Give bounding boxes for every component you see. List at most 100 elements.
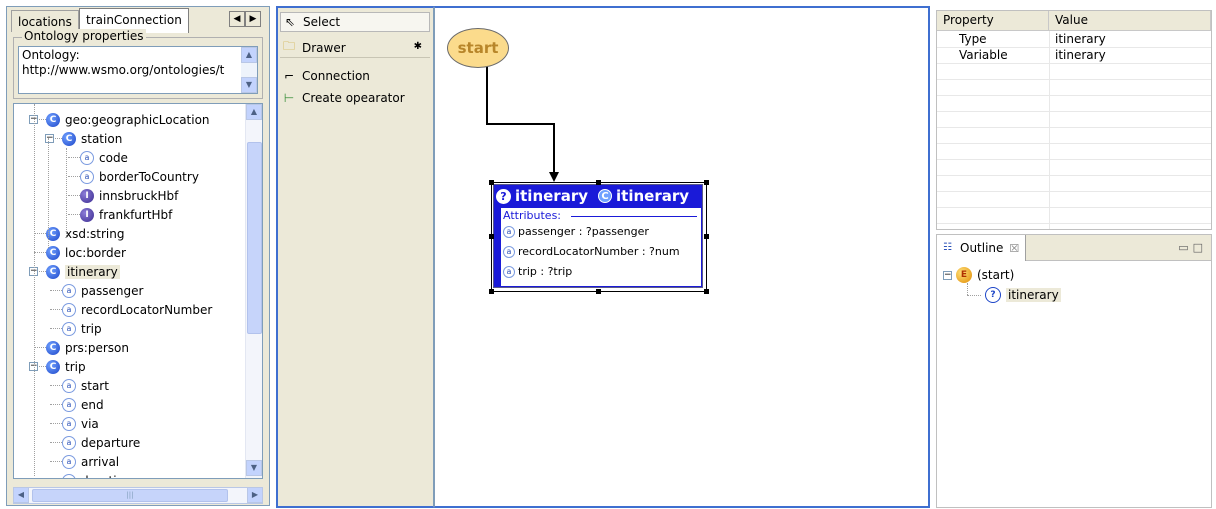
node-title-right: itinerary bbox=[616, 187, 690, 205]
resize-handle[interactable] bbox=[489, 180, 494, 185]
ontology-field[interactable]: Ontology: http://www.wsmo.org/ontologies… bbox=[18, 46, 258, 94]
create-operator-label: Create opearator bbox=[302, 91, 405, 105]
class-icon: C bbox=[598, 189, 613, 203]
resize-handle[interactable] bbox=[596, 180, 601, 185]
outline-view: ☷ Outline ☒ ▭□ − E (start) ? itinerary bbox=[936, 234, 1212, 508]
scroll-up-icon[interactable]: ▲ bbox=[246, 104, 262, 120]
attribute-icon: a bbox=[503, 225, 515, 238]
tree-item[interactable]: a departure bbox=[62, 433, 140, 452]
palette-drawer[interactable]: 🗀 Drawer ✱ bbox=[280, 38, 430, 58]
itinerary-node[interactable]: ? itinerary C itinerary Attributes: a pa… bbox=[489, 180, 709, 294]
tree-item[interactable]: Cxsd:string bbox=[46, 224, 124, 243]
attribute-icon: a bbox=[62, 378, 76, 393]
minimize-icon[interactable]: ▭ bbox=[1178, 241, 1192, 254]
scroll-left-icon[interactable]: ◀ bbox=[13, 487, 29, 503]
tree-item[interactable]: a trip bbox=[62, 319, 102, 338]
tab-outline[interactable]: ☷ Outline ☒ bbox=[937, 235, 1027, 261]
empty-row bbox=[937, 160, 1211, 176]
collapse-toggle-icon[interactable]: − bbox=[943, 270, 952, 280]
palette-create-operator-tool[interactable]: ⊢ Create opearator bbox=[280, 88, 430, 108]
ontology-label: Ontology: bbox=[22, 48, 80, 62]
tree-item-label: via bbox=[81, 416, 99, 431]
property-column-header[interactable]: Property bbox=[937, 11, 1049, 31]
tree-item[interactable]: a borderToCountry bbox=[80, 167, 199, 186]
tree-item[interactable]: IfrankfurtHbf bbox=[80, 205, 172, 224]
tree-item-label: passenger bbox=[81, 283, 144, 298]
outline-item-itinerary[interactable]: ? itinerary bbox=[985, 286, 1061, 304]
tree-item[interactable]: a duration bbox=[62, 471, 132, 478]
tab-scroll-left-icon[interactable]: ◀ bbox=[229, 11, 245, 27]
tree-item[interactable]: Cgeo:geographicLocation bbox=[46, 110, 210, 129]
resize-handle[interactable] bbox=[489, 234, 494, 239]
properties-table[interactable]: Property Value Type itinerary Variable i… bbox=[936, 10, 1212, 230]
tree-item[interactable]: a end bbox=[62, 395, 104, 414]
maximize-icon[interactable]: □ bbox=[1193, 241, 1207, 254]
resize-handle[interactable] bbox=[704, 234, 709, 239]
ontology-scrollbar[interactable]: ▲ ▼ bbox=[241, 47, 257, 93]
ontology-view: locations trainConnection ◀ ▶ Ontology p… bbox=[6, 6, 270, 506]
tree-horizontal-scrollbar[interactable]: ◀ ||| ▶ bbox=[13, 487, 263, 504]
tree-connector bbox=[50, 404, 62, 405]
attribute-icon: a bbox=[62, 435, 76, 450]
tree-item-label: code bbox=[99, 150, 128, 165]
tree-item[interactable]: a arrival bbox=[62, 452, 119, 471]
tree-item[interactable]: Ctrip bbox=[46, 357, 86, 376]
tree-item[interactable]: a start bbox=[62, 376, 109, 395]
tree-item[interactable]: Cstation bbox=[62, 129, 122, 148]
tree-item[interactable]: IinnsbruckHbf bbox=[80, 186, 178, 205]
attributes-divider bbox=[571, 216, 697, 217]
palette-connection-tool[interactable]: ⌐ Connection bbox=[280, 66, 430, 86]
pin-icon[interactable]: ✱ bbox=[414, 41, 422, 52]
resize-handle[interactable] bbox=[596, 289, 601, 294]
tree-item[interactable]: Cloc:border bbox=[46, 243, 126, 262]
select-label: Select bbox=[303, 15, 341, 29]
scroll-thumb[interactable]: ||| bbox=[32, 489, 228, 502]
attribute-icon: a bbox=[80, 169, 94, 184]
outline-tabbar: ☷ Outline ☒ ▭□ bbox=[937, 235, 1211, 261]
ontology-tree[interactable]: − Cgeo:geographicLocation − Cstation a code a b… bbox=[13, 103, 263, 479]
close-icon[interactable]: ☒ bbox=[1009, 242, 1019, 255]
collapse-toggle-icon[interactable]: − bbox=[45, 134, 54, 143]
tree-connector bbox=[50, 461, 62, 462]
tab-scroll-right-icon[interactable]: ▶ bbox=[245, 11, 261, 27]
scroll-thumb[interactable] bbox=[247, 142, 262, 334]
scroll-down-icon[interactable]: ▼ bbox=[246, 460, 262, 476]
attribute-row[interactable]: a recordLocatorNumber : ?num bbox=[503, 245, 680, 258]
event-icon: E bbox=[956, 267, 972, 283]
tree-item-label: start bbox=[81, 378, 109, 393]
tree-connector bbox=[34, 252, 46, 253]
tree-item-label: xsd:string bbox=[65, 226, 125, 241]
attributes-label: Attributes: bbox=[503, 209, 562, 222]
tree-item[interactable]: a via bbox=[62, 414, 99, 433]
tree-item[interactable]: a code bbox=[80, 148, 128, 167]
resize-handle[interactable] bbox=[704, 289, 709, 294]
resize-handle[interactable] bbox=[489, 289, 494, 294]
tree-vertical-scrollbar[interactable]: ▲ ▼ bbox=[245, 104, 262, 478]
start-node[interactable]: start bbox=[447, 28, 509, 68]
tree-item[interactable]: a recordLocatorNumber bbox=[62, 300, 212, 319]
itinerary-node-body[interactable]: ? itinerary C itinerary Attributes: a pa… bbox=[493, 184, 703, 288]
scroll-right-icon[interactable]: ▶ bbox=[247, 487, 263, 503]
attributes-section: Attributes: a passenger : ?passenger a r… bbox=[501, 208, 701, 286]
tree-item-label: frankfurtHbf bbox=[99, 207, 173, 222]
attribute-text: passenger : ?passenger bbox=[518, 225, 649, 238]
attribute-row[interactable]: a trip : ?trip bbox=[503, 265, 572, 278]
property-row[interactable]: Variable itinerary bbox=[937, 48, 1211, 64]
tree-item[interactable]: a passenger bbox=[62, 281, 143, 300]
attribute-icon: a bbox=[62, 416, 76, 431]
attribute-row[interactable]: a passenger : ?passenger bbox=[503, 225, 649, 238]
outline-item-start[interactable]: − E (start) bbox=[943, 266, 1014, 284]
diagram-canvas[interactable]: start ? itinerary C itinerary Attributes… bbox=[434, 6, 930, 508]
scroll-up-icon[interactable]: ▲ bbox=[241, 47, 257, 63]
ontology-properties-title: Ontology properties bbox=[22, 29, 146, 43]
resize-handle[interactable] bbox=[704, 180, 709, 185]
palette-select-tool[interactable]: ⇖ Select bbox=[280, 12, 430, 32]
property-row[interactable]: Type itinerary bbox=[937, 32, 1211, 48]
attribute-text: trip : ?trip bbox=[518, 265, 573, 278]
tree-item[interactable]: Cprs:person bbox=[46, 338, 129, 357]
tree-item[interactable]: Citinerary bbox=[46, 262, 120, 281]
tab-scroll-arrows: ◀ ▶ bbox=[229, 11, 261, 27]
scroll-down-icon[interactable]: ▼ bbox=[241, 77, 257, 93]
value-column-header[interactable]: Value bbox=[1049, 11, 1211, 31]
tree-item-label: arrival bbox=[81, 454, 120, 469]
